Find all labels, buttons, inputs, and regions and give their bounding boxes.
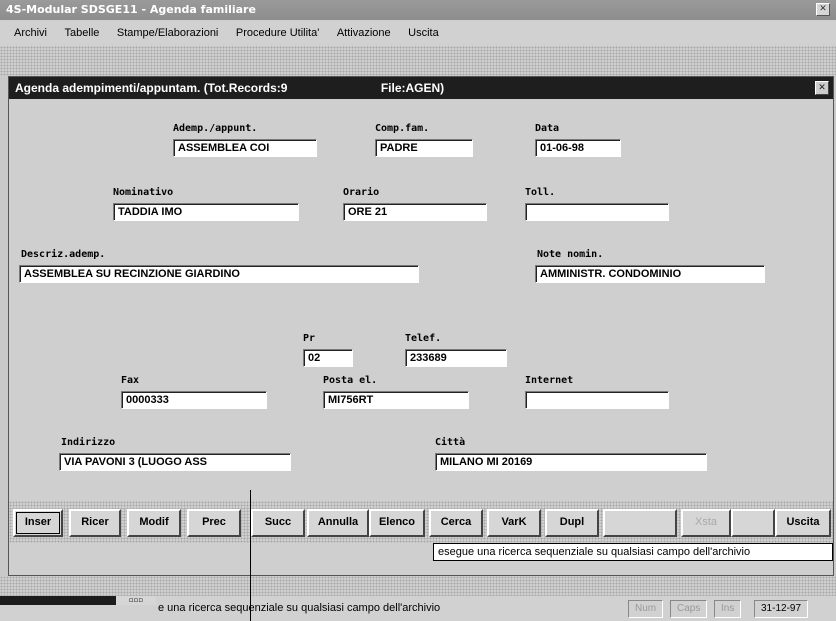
- menu-attivazione[interactable]: Attivazione: [337, 20, 391, 46]
- toll-field[interactable]: [525, 203, 669, 221]
- data-field[interactable]: 01-06-98: [535, 139, 621, 157]
- annulla-button[interactable]: Annulla: [307, 509, 369, 537]
- citta-label: Città: [435, 437, 466, 448]
- descrizione-field[interactable]: ASSEMBLEA SU RECINZIONE GIARDINO: [19, 265, 419, 283]
- inser-button[interactable]: Inser: [13, 509, 63, 537]
- internet-field[interactable]: [525, 391, 669, 409]
- note-field[interactable]: AMMINISTR. CONDOMINIO: [535, 265, 765, 283]
- toll-label: Toll.: [525, 187, 556, 198]
- minimized-window-controls[interactable]: ▫▫▫: [116, 596, 156, 605]
- status-message: e una ricerca sequenziale su qualsiasi c…: [158, 602, 441, 614]
- orario-label: Orario: [343, 187, 380, 198]
- window-file: File:AGEN): [380, 81, 445, 95]
- modif-button[interactable]: Modif: [127, 509, 181, 537]
- menu-procedure[interactable]: Procedure Utilita': [236, 20, 319, 46]
- menu-archivi[interactable]: Archivi: [14, 20, 47, 46]
- tooltip: esegue una ricerca sequenziale su qualsi…: [433, 543, 833, 561]
- internet-label: Internet: [525, 375, 574, 386]
- status-date: 31-12-97: [754, 600, 809, 618]
- minimized-window[interactable]: ▫▫▫: [0, 596, 156, 621]
- caps-indicator: Caps: [670, 600, 708, 618]
- agenda-window: Agenda adempimenti/appuntam. (Tot.Record…: [8, 76, 834, 576]
- window-close-button[interactable]: ✕: [815, 81, 829, 95]
- pr-field[interactable]: 02: [303, 349, 353, 367]
- vark-button[interactable]: VarK: [487, 509, 541, 537]
- posta-field[interactable]: MI756RT: [323, 391, 469, 409]
- ricer-button[interactable]: Ricer: [69, 509, 121, 537]
- citta-field[interactable]: MILANO MI 20169: [435, 453, 707, 471]
- agenda-window-title-bar: Agenda adempimenti/appuntam. (Tot.Record…: [9, 77, 833, 99]
- nominativo-field[interactable]: TADDIA IMO: [113, 203, 299, 221]
- text-cursor: [250, 490, 251, 621]
- telefono-label: Telef.: [405, 333, 442, 344]
- uscita-button[interactable]: Uscita: [775, 509, 831, 537]
- fax-label: Fax: [121, 375, 140, 386]
- indirizzo-label: Indirizzo: [61, 437, 116, 448]
- pr-label: Pr: [303, 333, 316, 344]
- adempimento-label: Ademp./appunt.: [173, 123, 258, 134]
- fax-field[interactable]: 0000333: [121, 391, 267, 409]
- app-title: 4S-Modular SDSGE11 - Agenda familiare: [6, 3, 256, 16]
- prec-button[interactable]: Prec: [187, 509, 241, 537]
- menu-uscita[interactable]: Uscita: [408, 20, 439, 46]
- workspace-background: [0, 46, 836, 76]
- menu-tabelle[interactable]: Tabelle: [65, 20, 100, 46]
- xsta-button[interactable]: Xsta: [681, 509, 731, 537]
- menu-stampe[interactable]: Stampe/Elaborazioni: [117, 20, 219, 46]
- orario-field[interactable]: ORE 21: [343, 203, 487, 221]
- adempimento-field[interactable]: ASSEMBLEA COI: [173, 139, 317, 157]
- workspace-background-bottom: [0, 576, 836, 596]
- status-bar: ▫▫▫ e una ricerca sequenziale su qualsia…: [0, 596, 836, 621]
- descrizione-label: Descriz.ademp.: [21, 249, 106, 260]
- indirizzo-field[interactable]: VIA PAVONI 3 (LUOGO ASS: [59, 453, 291, 471]
- note-label: Note nomin.: [537, 249, 604, 260]
- data-label: Data: [535, 123, 560, 134]
- dupl-button[interactable]: Dupl: [545, 509, 599, 537]
- cerca-button[interactable]: Cerca: [429, 509, 483, 537]
- blank-button-1[interactable]: [603, 509, 677, 537]
- elenco-button[interactable]: Elenco: [369, 509, 425, 537]
- telefono-field[interactable]: 233689: [405, 349, 507, 367]
- button-bar: Inser Ricer Modif Prec Succ Annulla Elen…: [9, 501, 833, 543]
- blank-button-2[interactable]: [731, 509, 775, 537]
- window-title: Agenda adempimenti/appuntam. (Tot.Record…: [15, 81, 288, 95]
- posta-label: Posta el.: [323, 375, 378, 386]
- succ-button[interactable]: Succ: [251, 509, 305, 537]
- app-close-button[interactable]: ✕: [816, 3, 830, 16]
- num-indicator: Num: [628, 600, 664, 618]
- nominativo-label: Nominativo: [113, 187, 174, 198]
- comp-fam-label: Comp.fam.: [375, 123, 430, 134]
- app-title-bar: 4S-Modular SDSGE11 - Agenda familiare: [0, 0, 836, 20]
- ins-indicator: Ins: [714, 600, 742, 618]
- comp-fam-field[interactable]: PADRE: [375, 139, 473, 157]
- menu-bar: Archivi Tabelle Stampe/Elaborazioni Proc…: [0, 20, 836, 46]
